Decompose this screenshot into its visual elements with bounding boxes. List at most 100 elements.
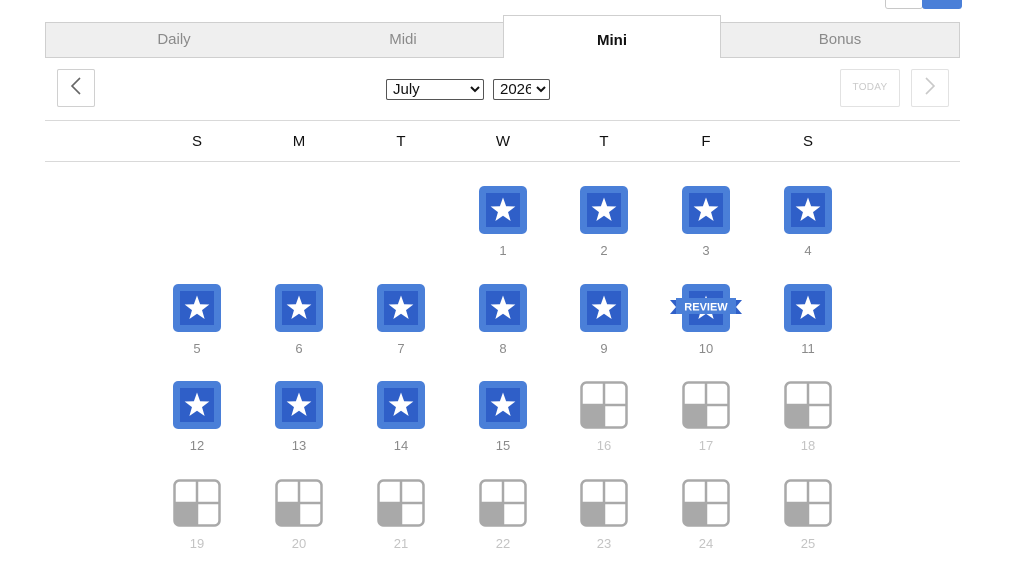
calendar-day-9[interactable]: 9 — [580, 284, 628, 356]
empty-puzzle-grid-icon — [479, 479, 527, 527]
top-toggle-right-button[interactable] — [922, 0, 962, 9]
day-number: 4 — [804, 243, 812, 258]
solved-star-icon — [479, 381, 527, 429]
today-button[interactable]: TODAY — [840, 69, 900, 107]
solved-star-icon — [580, 284, 628, 332]
empty-puzzle-grid-icon — [377, 479, 425, 527]
solved-star-icon — [479, 284, 527, 332]
day-number: 22 — [495, 536, 511, 551]
day-number: 2 — [600, 243, 608, 258]
weekday-label: M — [292, 133, 306, 150]
tab-daily[interactable]: Daily — [45, 23, 303, 57]
day-number: 7 — [397, 341, 405, 356]
day-number: 10 — [698, 341, 714, 356]
tab-midi[interactable]: Midi — [303, 23, 503, 57]
empty-puzzle-grid-icon — [580, 479, 628, 527]
calendar-day-3[interactable]: 3 — [682, 186, 730, 258]
chevron-right-icon — [923, 76, 937, 101]
weekday-divider — [45, 161, 960, 162]
empty-puzzle-grid-icon — [682, 381, 730, 429]
solved-star-icon — [173, 284, 221, 332]
solved-star-icon — [479, 186, 527, 234]
empty-puzzle-grid-icon — [580, 381, 628, 429]
day-number: 13 — [291, 438, 307, 453]
day-number: 17 — [698, 438, 714, 453]
review-ribbon: REVIEW — [670, 298, 742, 314]
day-number: 6 — [295, 341, 303, 356]
solved-star-icon — [784, 186, 832, 234]
calendar-navigation: July 2026 TODAY — [45, 68, 960, 110]
weekday-label: T — [396, 133, 406, 150]
empty-puzzle-grid-icon — [173, 479, 221, 527]
day-number: 15 — [495, 438, 511, 453]
top-toggle-left-button[interactable] — [885, 0, 923, 9]
day-number: 19 — [189, 536, 205, 551]
day-number: 18 — [800, 438, 816, 453]
calendar-day-1[interactable]: 1 — [479, 186, 527, 258]
solved-star-icon — [275, 284, 323, 332]
calendar-day-10[interactable]: REVIEW 10 — [670, 284, 742, 356]
calendar-day-16: 16 — [580, 381, 628, 453]
calendar-day-8[interactable]: 8 — [479, 284, 527, 356]
weekday-label: T — [599, 133, 609, 150]
calendar-day-20: 20 — [275, 479, 323, 551]
day-number: 23 — [596, 536, 612, 551]
solved-star-icon — [173, 381, 221, 429]
day-number: 25 — [800, 536, 816, 551]
calendar-day-21: 21 — [377, 479, 425, 551]
header-divider — [45, 120, 960, 121]
empty-puzzle-grid-icon — [784, 479, 832, 527]
calendar-day-17: 17 — [682, 381, 730, 453]
calendar-day-15[interactable]: 15 — [479, 381, 527, 453]
empty-puzzle-grid-icon — [275, 479, 323, 527]
calendar-day-12[interactable]: 12 — [173, 381, 221, 453]
day-number: 9 — [600, 341, 608, 356]
tab-mini[interactable]: Mini — [503, 15, 721, 58]
day-number: 3 — [702, 243, 710, 258]
solved-star-icon — [682, 186, 730, 234]
calendar-day-6[interactable]: 6 — [275, 284, 323, 356]
next-month-button[interactable] — [911, 69, 949, 107]
calendar-day-19: 19 — [173, 479, 221, 551]
calendar-day-7[interactable]: 7 — [377, 284, 425, 356]
calendar-day-14[interactable]: 14 — [377, 381, 425, 453]
empty-puzzle-grid-icon — [682, 479, 730, 527]
calendar-day-24: 24 — [682, 479, 730, 551]
day-number: 16 — [596, 438, 612, 453]
chevron-left-icon — [69, 76, 83, 101]
solved-star-icon — [377, 381, 425, 429]
day-number: 24 — [698, 536, 714, 551]
day-number: 14 — [393, 438, 409, 453]
weekday-label: F — [701, 133, 711, 150]
day-number: 5 — [193, 341, 201, 356]
previous-month-button[interactable] — [57, 69, 95, 107]
calendar-day-18: 18 — [784, 381, 832, 453]
calendar-day-4[interactable]: 4 — [784, 186, 832, 258]
review-label: REVIEW — [684, 302, 728, 314]
day-number: 11 — [801, 341, 815, 356]
day-number: 1 — [499, 243, 507, 258]
year-select[interactable]: 2026 — [493, 79, 550, 100]
solved-star-icon — [784, 284, 832, 332]
day-number: 12 — [189, 438, 205, 453]
solved-star-icon — [377, 284, 425, 332]
puzzle-type-tabs: Daily Midi Mini Bonus — [45, 15, 960, 58]
month-select[interactable]: July — [386, 79, 484, 100]
calendar-day-11[interactable]: 11 — [784, 284, 832, 356]
empty-puzzle-grid-icon — [784, 381, 832, 429]
calendar-day-5[interactable]: 5 — [173, 284, 221, 356]
solved-star-icon — [580, 186, 628, 234]
weekday-label: S — [191, 133, 202, 150]
day-number: 8 — [499, 341, 507, 356]
calendar-day-22: 22 — [479, 479, 527, 551]
day-number: 21 — [393, 536, 409, 551]
weekday-label: W — [495, 133, 511, 150]
weekday-label: S — [802, 133, 813, 150]
tab-bonus[interactable]: Bonus — [720, 23, 960, 57]
day-number: 20 — [291, 536, 307, 551]
calendar-day-2[interactable]: 2 — [580, 186, 628, 258]
calendar-day-25: 25 — [784, 479, 832, 551]
solved-star-icon — [275, 381, 323, 429]
calendar-day-23: 23 — [580, 479, 628, 551]
calendar-day-13[interactable]: 13 — [275, 381, 323, 453]
